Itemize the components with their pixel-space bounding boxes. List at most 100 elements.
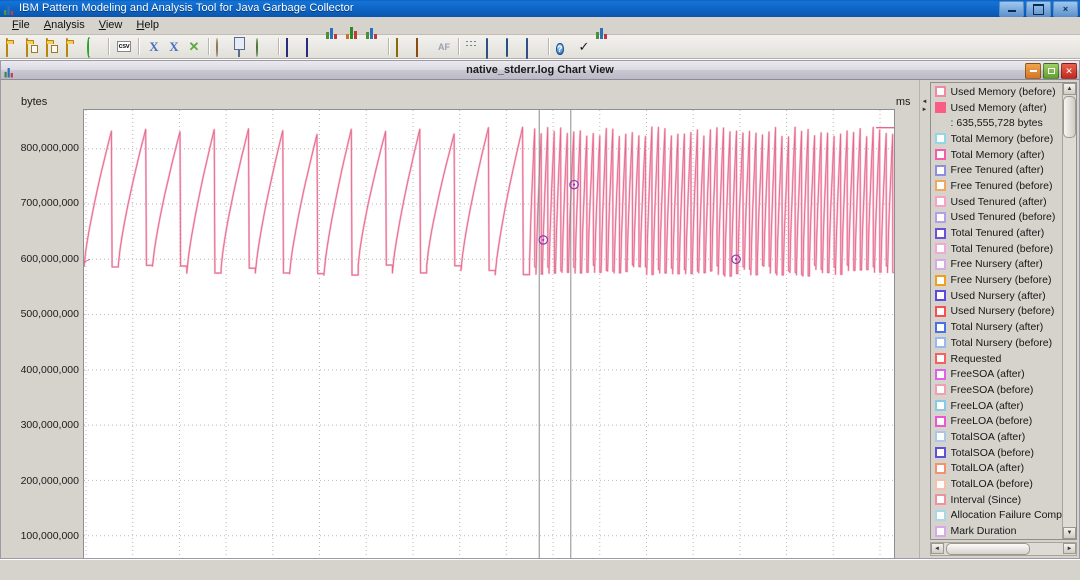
legend-color-swatch[interactable]	[934, 321, 946, 333]
legend-scroll-up-button[interactable]: ▲	[1063, 83, 1076, 95]
splitter-collapse-left-icon[interactable]: ◄	[922, 99, 928, 105]
bar-chart-alt-icon[interactable]	[364, 27, 384, 57]
window-close-button[interactable]: ×	[1053, 1, 1078, 17]
monitor-icon[interactable]	[484, 37, 504, 59]
menu-item-view[interactable]: View	[92, 18, 130, 33]
legend-item[interactable]: Used Nursery (after)	[932, 288, 1062, 304]
globe-icon[interactable]	[214, 37, 234, 57]
legend-color-swatch[interactable]	[934, 227, 946, 239]
legend-item[interactable]: Used Tenured (before)	[932, 210, 1062, 226]
window-minimize-button[interactable]	[999, 1, 1024, 17]
legend-item[interactable]: FreeLOA (after)	[932, 398, 1062, 414]
legend-item[interactable]: TotalSOA (after)	[932, 429, 1062, 445]
legend-color-swatch[interactable]	[934, 353, 946, 365]
legend-color-swatch[interactable]	[934, 462, 946, 474]
legend-color-swatch[interactable]	[934, 415, 946, 427]
legend-item[interactable]: Total Memory (after)	[932, 147, 1062, 163]
legend-item[interactable]: Requested	[932, 351, 1062, 367]
legend-item[interactable]: Free Tenured (before)	[932, 178, 1062, 194]
help-icon[interactable]: ?	[554, 37, 574, 57]
auto-format-icon[interactable]: AF	[434, 37, 454, 57]
chart-minimize-button[interactable]	[1025, 63, 1041, 79]
spreadsheet-icon[interactable]	[394, 37, 414, 57]
menu-item-help[interactable]: Help	[129, 18, 166, 33]
legend-color-swatch[interactable]	[934, 133, 946, 145]
legend-color-swatch[interactable]	[934, 274, 946, 286]
export-csv-icon[interactable]: csv	[114, 37, 134, 57]
legend-list[interactable]: Used Memory (before) Used Memory (after):…	[931, 83, 1062, 539]
window-restore-button[interactable]	[1026, 1, 1051, 17]
legend-scroll-down-button[interactable]: ▼	[1063, 526, 1076, 539]
chart-icon[interactable]	[594, 27, 614, 57]
legend-item[interactable]: FreeSOA (after)	[932, 366, 1062, 382]
legend-color-swatch[interactable]	[934, 525, 946, 537]
legend-hscroll-track[interactable]	[944, 542, 1063, 555]
legend-item[interactable]: Total Tenured (before)	[932, 241, 1062, 257]
legend-item[interactable]: Used Memory (before)	[932, 84, 1062, 100]
copy-icon[interactable]	[234, 37, 254, 57]
legend-color-swatch[interactable]	[934, 211, 946, 223]
legend-splitter[interactable]: ◄ ►	[918, 80, 930, 558]
open-folder-recent-icon[interactable]	[44, 37, 64, 57]
legend-scroll-left-button[interactable]: ◄	[930, 543, 944, 555]
legend-color-swatch[interactable]	[934, 337, 946, 349]
legend-item[interactable]: Used Nursery (before)	[932, 304, 1062, 320]
chart-plot-area[interactable]	[83, 109, 895, 558]
legend-scroll-thumb[interactable]	[1063, 96, 1076, 138]
close-all-charts-icon[interactable]: X	[164, 37, 184, 57]
legend-color-swatch[interactable]	[934, 196, 946, 208]
legend-color-swatch[interactable]	[934, 509, 946, 521]
legend-color-swatch[interactable]	[934, 102, 946, 114]
legend-item[interactable]: FreeLOA (before)	[932, 413, 1062, 429]
list-settings-icon[interactable]	[464, 37, 484, 57]
legend-item[interactable]: Mark Duration	[932, 523, 1062, 539]
legend-color-swatch[interactable]	[934, 243, 946, 255]
legend-item[interactable]: Free Tenured (after)	[932, 162, 1062, 178]
legend-item[interactable]: TotalSOA (before)	[932, 445, 1062, 461]
close-chart-icon[interactable]: X	[144, 37, 164, 57]
legend-color-swatch[interactable]	[934, 478, 946, 490]
legend-item[interactable]: TotalLOA (after)	[932, 461, 1062, 477]
legend-item[interactable]: FreeSOA (before)	[932, 382, 1062, 398]
legend-item[interactable]: Total Nursery (before)	[932, 335, 1062, 351]
legend-color-swatch[interactable]	[934, 149, 946, 161]
legend-color-swatch[interactable]	[934, 305, 946, 317]
open-folder-alt-icon[interactable]	[64, 37, 84, 57]
bar-chart-icon[interactable]	[324, 27, 344, 57]
legend-color-swatch[interactable]	[934, 164, 946, 176]
splitter-collapse-right-icon[interactable]: ►	[922, 107, 928, 113]
legend-item[interactable]: Allocation Failure Comp	[932, 508, 1062, 524]
validate-icon[interactable]: ✓	[574, 37, 594, 57]
legend-item[interactable]: Free Nursery (after)	[932, 257, 1062, 273]
legend-vertical-scrollbar[interactable]: ▲ ▼	[1062, 83, 1076, 539]
legend-color-swatch[interactable]	[934, 180, 946, 192]
legend-item[interactable]: Used Tenured (after)	[932, 194, 1062, 210]
legend-item[interactable]: Total Nursery (after)	[932, 319, 1062, 335]
legend-color-swatch[interactable]	[934, 384, 946, 396]
legend-item[interactable]: TotalLOA (before)	[932, 476, 1062, 492]
legend-item[interactable]: Interval (Since)	[932, 492, 1062, 508]
table-grid-icon[interactable]	[284, 37, 304, 57]
menu-item-analysis[interactable]: Analysis	[37, 18, 92, 33]
legend-color-swatch[interactable]	[934, 447, 946, 459]
column-chart-icon[interactable]	[344, 26, 364, 57]
open-folder-import-icon[interactable]	[24, 37, 44, 57]
legend-item[interactable]: Total Memory (before)	[932, 131, 1062, 147]
legend-color-swatch[interactable]	[934, 494, 946, 506]
legend-color-swatch[interactable]	[934, 86, 946, 98]
table-grid-dark-icon[interactable]	[304, 37, 324, 57]
legend-item[interactable]: Free Nursery (before)	[932, 272, 1062, 288]
menu-item-file[interactable]: File	[5, 18, 37, 33]
open-folder-icon[interactable]	[4, 37, 24, 57]
ruler-icon[interactable]	[414, 37, 434, 57]
monitor-blue-icon[interactable]	[524, 37, 544, 59]
legend-color-swatch[interactable]	[934, 258, 946, 270]
delete-icon[interactable]: ✕	[184, 37, 204, 57]
legend-color-swatch[interactable]	[934, 290, 946, 302]
legend-scroll-right-button[interactable]: ►	[1063, 543, 1076, 555]
legend-color-swatch[interactable]	[934, 400, 946, 412]
capsule-icon[interactable]	[504, 37, 524, 57]
pie-chart-icon[interactable]	[254, 37, 274, 57]
legend-hscroll-thumb[interactable]	[945, 542, 1030, 555]
legend-item[interactable]: Used Memory (after)	[932, 100, 1062, 116]
